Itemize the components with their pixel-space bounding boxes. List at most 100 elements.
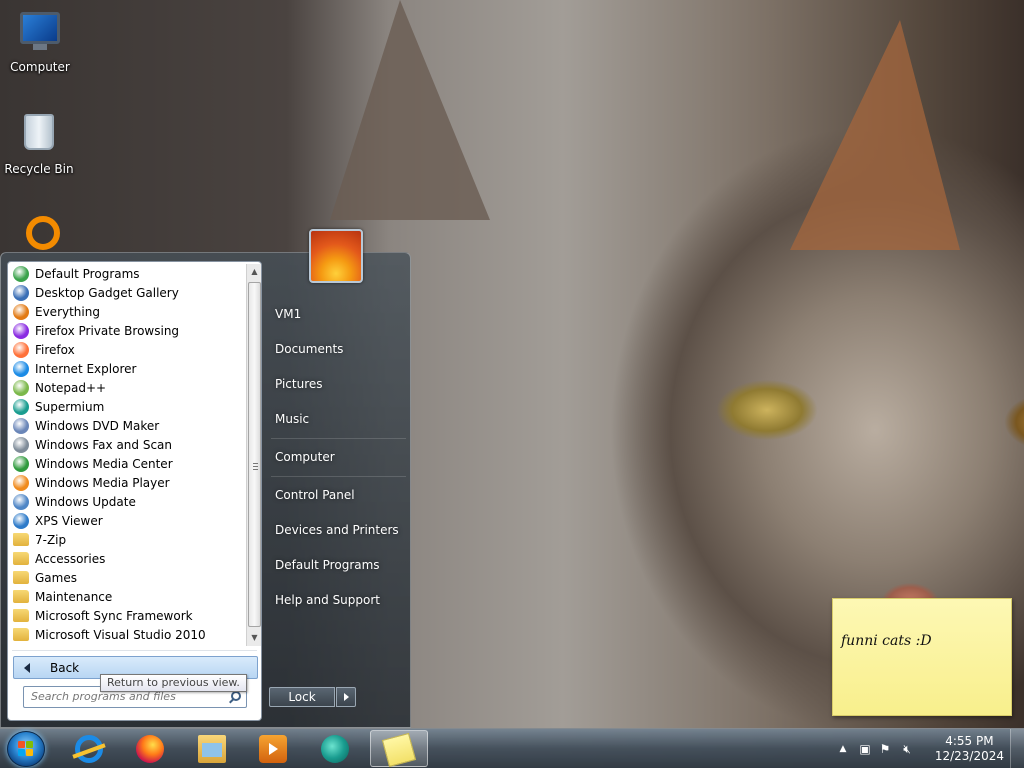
folder-icon <box>13 590 29 603</box>
program-list-item[interactable]: Firefox Private Browsing <box>8 321 246 340</box>
sticky-notes-icon <box>381 732 417 768</box>
action-center-flag-icon[interactable]: ⚑ <box>878 742 892 756</box>
taskbar-windows-media-player[interactable] <box>245 730 303 767</box>
scroll-down-icon[interactable]: ▼ <box>247 630 261 646</box>
program-list-item[interactable]: Default Programs <box>8 264 246 283</box>
folder-icon <box>13 628 29 641</box>
program-label: Games <box>35 570 77 585</box>
taskbar-sticky-notes[interactable] <box>370 730 428 768</box>
program-label: Firefox Private Browsing <box>35 323 180 338</box>
program-label: Maintenance <box>35 589 113 604</box>
desktop-app-icon-partial[interactable] <box>26 216 60 250</box>
program-list-item[interactable]: Notepad++ <box>8 378 246 397</box>
program-list-item[interactable]: Microsoft Sync Framework <box>8 606 246 625</box>
start-item-control-panel[interactable]: Control Panel <box>275 488 355 502</box>
show-hidden-icons-arrow[interactable]: ▲ <box>836 742 850 756</box>
notification-area: ▲ ▣ ⚑ 🔇︎ 4:55 PM 12/23/2024 <box>834 729 1024 768</box>
program-label: Windows Media Center <box>35 456 173 471</box>
program-label: Microsoft Visual Studio 2010 <box>35 627 206 642</box>
program-list-item[interactable]: Microsoft Visual Studio 2010 <box>8 625 246 644</box>
media-player-icon <box>13 474 29 491</box>
volume-muted-icon[interactable]: 🔇︎ <box>900 742 914 756</box>
xps-viewer-icon <box>13 512 29 529</box>
program-label: Accessories <box>35 551 106 566</box>
network-icon[interactable]: ▣ <box>858 742 872 756</box>
start-item-documents[interactable]: Documents <box>275 342 343 356</box>
start-menu: Default Programs Desktop Gadget Gallery Ev… <box>0 252 411 728</box>
wallpaper-ear-right <box>790 20 960 250</box>
start-item-pictures[interactable]: Pictures <box>275 377 323 391</box>
start-menu-programs-pane: Default Programs Desktop Gadget Gallery Ev… <box>7 261 262 721</box>
back-label: Back <box>50 660 80 675</box>
program-list-item[interactable]: Windows Media Player <box>8 473 246 492</box>
all-programs-list: Default Programs Desktop Gadget Gallery Ev… <box>8 264 246 648</box>
show-desktop-button[interactable] <box>1010 729 1024 768</box>
folder-icon <box>13 552 29 565</box>
program-label: Microsoft Sync Framework <box>35 608 193 623</box>
firefox-icon <box>136 735 164 763</box>
notepadpp-icon <box>13 379 29 396</box>
taskbar-firefox[interactable] <box>122 730 180 767</box>
taskbar-supermium[interactable] <box>307 730 365 767</box>
magnifier-icon <box>13 303 29 320</box>
start-item-computer[interactable]: Computer <box>275 450 335 464</box>
start-item-music[interactable]: Music <box>275 412 309 426</box>
sticky-note-text[interactable]: funni cats :D <box>841 633 932 649</box>
program-label: Default Programs <box>35 266 140 281</box>
scrollbar-thumb[interactable] <box>248 282 261 627</box>
lock-button[interactable]: Lock <box>269 687 335 707</box>
start-item-default-programs[interactable]: Default Programs <box>275 558 380 572</box>
program-label: Firefox <box>35 342 75 357</box>
sticky-note[interactable]: funni cats :D <box>832 598 1012 716</box>
desktop-icon-label: Computer <box>10 60 70 74</box>
desktop-icon-computer[interactable]: Computer <box>2 8 78 74</box>
power-options-arrow-icon[interactable] <box>336 687 356 707</box>
back-arrow-icon <box>24 662 30 673</box>
program-list-item[interactable]: Windows Media Center <box>8 454 246 473</box>
program-list-item[interactable]: Internet Explorer <box>8 359 246 378</box>
default-programs-icon <box>13 265 29 282</box>
windows-media-player-icon <box>259 735 287 763</box>
taskbar-windows-explorer[interactable] <box>184 730 242 767</box>
desktop-icon-recycle-bin[interactable]: Recycle Bin <box>1 110 77 176</box>
folder-icon <box>13 609 29 622</box>
program-list-item[interactable]: 7-Zip <box>8 530 246 549</box>
windows-explorer-icon <box>198 735 226 763</box>
program-label: Everything <box>35 304 100 319</box>
programs-scrollbar[interactable]: ▲ ▼ <box>246 264 261 646</box>
start-item-help-support[interactable]: Help and Support <box>275 593 380 607</box>
program-label: Windows Update <box>35 494 136 509</box>
search-icon[interactable] <box>231 691 241 701</box>
program-list-item[interactable]: Supermium <box>8 397 246 416</box>
program-list-item[interactable]: Windows DVD Maker <box>8 416 246 435</box>
user-picture-flower-icon[interactable] <box>309 229 363 283</box>
fax-icon <box>13 436 29 453</box>
internet-explorer-icon <box>75 735 103 763</box>
clock[interactable]: 4:55 PM 12/23/2024 <box>935 734 1004 764</box>
wallpaper-ear-left <box>330 0 490 220</box>
start-item-devices-printers[interactable]: Devices and Printers <box>275 523 399 537</box>
supermium-icon <box>13 398 29 415</box>
clock-date: 12/23/2024 <box>934 749 1004 763</box>
folder-icon <box>13 533 29 546</box>
scroll-up-icon[interactable]: ▲ <box>247 264 261 280</box>
start-item-user-folder[interactable]: VM1 <box>275 307 301 321</box>
program-list-item[interactable]: Firefox <box>8 340 246 359</box>
program-list-item[interactable]: Accessories <box>8 549 246 568</box>
separator <box>271 438 406 439</box>
start-button-windows-logo-icon[interactable] <box>7 731 45 767</box>
program-label: Supermium <box>35 399 105 414</box>
program-list-item[interactable]: Windows Update <box>8 492 246 511</box>
program-label: Windows Fax and Scan <box>35 437 173 452</box>
program-list-item[interactable]: Games <box>8 568 246 587</box>
program-list-item[interactable]: Desktop Gadget Gallery <box>8 283 246 302</box>
program-list-item[interactable]: XPS Viewer <box>8 511 246 530</box>
program-list-item[interactable]: Maintenance <box>8 587 246 606</box>
taskbar: ▲ ▣ ⚑ 🔇︎ 4:55 PM 12/23/2024 <box>0 728 1024 768</box>
media-center-icon <box>13 455 29 472</box>
program-label: Notepad++ <box>35 380 107 395</box>
divider <box>12 650 257 651</box>
taskbar-internet-explorer[interactable] <box>61 730 119 767</box>
program-list-item[interactable]: Everything <box>8 302 246 321</box>
program-list-item[interactable]: Windows Fax and Scan <box>8 435 246 454</box>
